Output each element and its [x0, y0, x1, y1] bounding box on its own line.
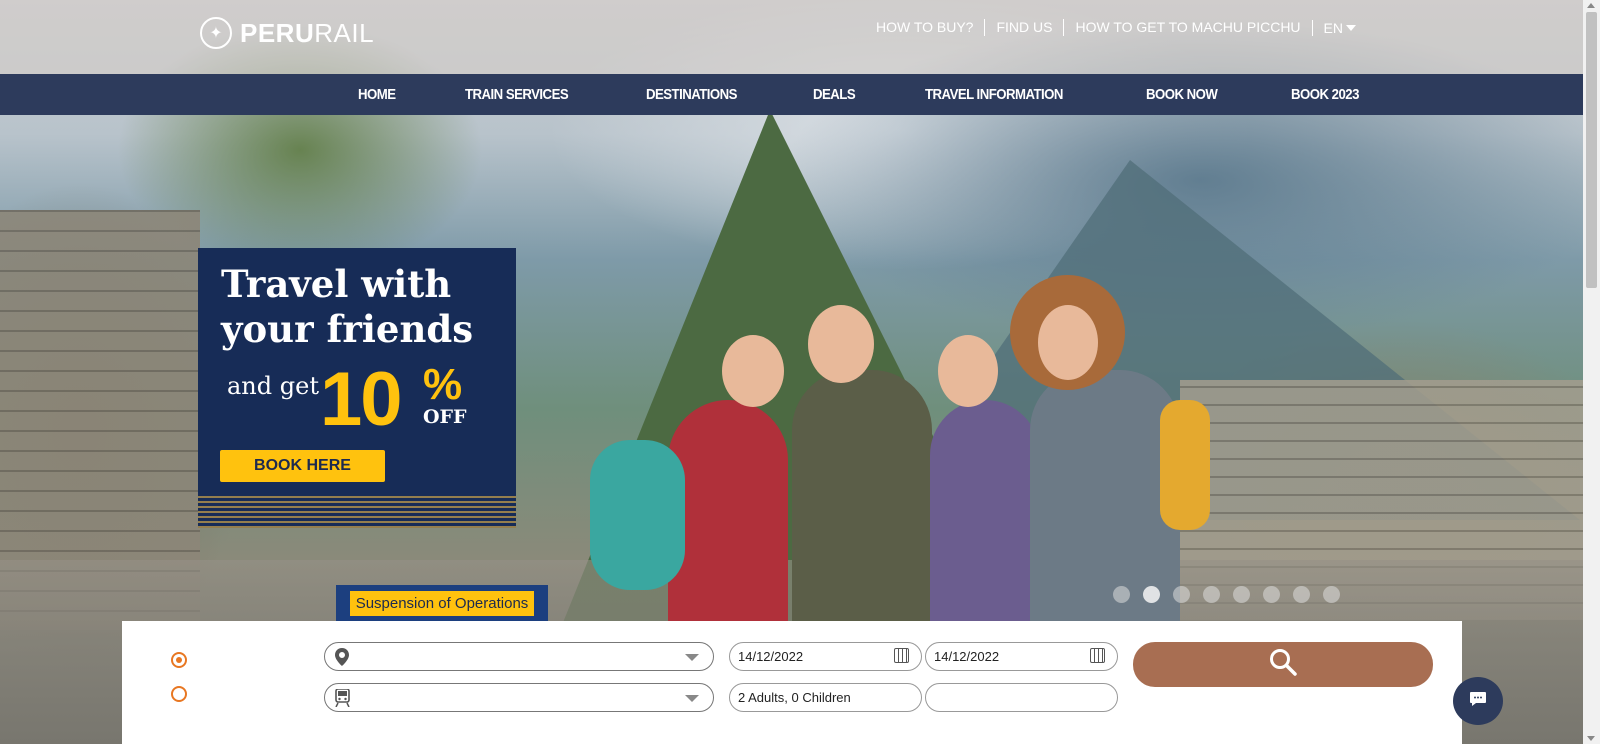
trip-type-radio-round-trip[interactable] [171, 686, 187, 702]
nav-train-services[interactable]: TRAIN SERVICES [465, 86, 569, 103]
logo-wordmark: PERURAIL [240, 18, 374, 49]
return-date-field[interactable]: 14/12/2022 [925, 642, 1118, 671]
how-to-buy-link[interactable]: HOW TO BUY? [865, 19, 986, 36]
traveller-1 [668, 400, 788, 630]
carousel-dots [1113, 586, 1340, 603]
logo-text-light: RAIL [314, 17, 375, 48]
chat-icon [1469, 691, 1487, 712]
language-selector[interactable]: EN [1311, 19, 1356, 36]
suspension-notice[interactable]: Suspension of Operations [336, 585, 548, 621]
utility-links: HOW TO BUY? FIND US HOW TO GET TO MACHU … [865, 19, 1356, 36]
traveller-4-head [1038, 305, 1098, 380]
chevron-down-icon [685, 695, 699, 702]
suspension-notice-label: Suspension of Operations [349, 590, 535, 616]
caret-down-icon [1346, 24, 1356, 31]
find-us-link[interactable]: FIND US [985, 19, 1065, 36]
language-label: EN [1323, 19, 1343, 36]
departure-date-value: 14/12/2022 [738, 649, 804, 664]
return-date-value: 14/12/2022 [934, 649, 1000, 664]
nav-travel-information[interactable]: TRAVEL INFORMATION [925, 86, 1063, 103]
carousel-dot-active[interactable] [1143, 586, 1160, 603]
traveller-2-head [808, 305, 874, 383]
traveller-1-head [722, 335, 784, 407]
nav-book-2023[interactable]: BOOK 2023 [1291, 86, 1359, 103]
train-service-select[interactable] [324, 683, 714, 712]
carousel-dot[interactable] [1203, 586, 1220, 603]
page: ✦ PERURAIL HOW TO BUY? FIND US HOW TO GE… [0, 0, 1583, 744]
promo-banner[interactable]: Travel with your friends and get 10 % OF… [198, 248, 516, 528]
carousel-dot[interactable] [1323, 586, 1340, 603]
scrollbar-thumb[interactable] [1586, 12, 1597, 288]
carousel-dot[interactable] [1263, 586, 1280, 603]
logo-emblem-icon: ✦ [200, 17, 232, 49]
main-navigation: HOME TRAIN SERVICES DESTINATIONS DEALS T… [0, 74, 1583, 115]
machu-picchu-link[interactable]: HOW TO GET TO MACHU PICCHU [1064, 19, 1311, 36]
backpack-yellow [1160, 400, 1210, 530]
search-button[interactable] [1133, 642, 1433, 687]
backpack-teal [590, 440, 685, 590]
scroll-up-arrow-icon[interactable] [1587, 3, 1595, 8]
book-here-button[interactable]: BOOK HERE [220, 450, 385, 482]
perurail-logo[interactable]: ✦ PERURAIL [200, 17, 374, 49]
map-pin-icon [335, 648, 349, 670]
departure-date-field[interactable]: 14/12/2022 [729, 642, 922, 671]
destination-select[interactable] [324, 642, 714, 671]
train-icon [335, 688, 350, 711]
promo-pattern [198, 494, 516, 528]
passengers-field[interactable]: 2 Adults, 0 Children [729, 683, 922, 712]
carousel-dot[interactable] [1173, 586, 1190, 603]
promo-percent-sign: % [423, 360, 463, 409]
page-scrollbar[interactable] [1583, 0, 1600, 744]
traveller-2 [792, 370, 932, 630]
calendar-icon[interactable] [894, 648, 909, 663]
chat-button[interactable] [1453, 677, 1503, 725]
traveller-3 [930, 400, 1040, 630]
nav-home[interactable]: HOME [358, 86, 396, 103]
calendar-icon[interactable] [1090, 648, 1105, 663]
promo-prefix: and get [227, 372, 319, 400]
trip-type-radio-one-way[interactable] [171, 652, 187, 668]
passengers-value: 2 Adults, 0 Children [738, 690, 851, 705]
top-bar: ✦ PERURAIL HOW TO BUY? FIND US HOW TO GE… [0, 0, 1583, 74]
nav-deals[interactable]: DEALS [813, 86, 856, 103]
promo-discount-number: 10 [320, 357, 403, 442]
promo-code-field[interactable] [925, 683, 1118, 712]
logo-text-strong: PERU [240, 17, 315, 48]
nav-book-now[interactable]: BOOK NOW [1146, 86, 1218, 103]
search-icon [1269, 648, 1297, 681]
scroll-down-arrow-icon[interactable] [1587, 736, 1595, 741]
nav-menu: HOME TRAIN SERVICES DESTINATIONS DEALS T… [358, 74, 1432, 115]
carousel-dot[interactable] [1233, 586, 1250, 603]
carousel-dot[interactable] [1293, 586, 1310, 603]
nav-destinations[interactable]: DESTINATIONS [646, 86, 737, 103]
promo-off-label: OFF [423, 406, 467, 428]
traveller-3-head [938, 335, 998, 407]
carousel-dot[interactable] [1113, 586, 1130, 603]
promo-title: Travel with your friends [221, 262, 474, 351]
chevron-down-icon [685, 654, 699, 661]
